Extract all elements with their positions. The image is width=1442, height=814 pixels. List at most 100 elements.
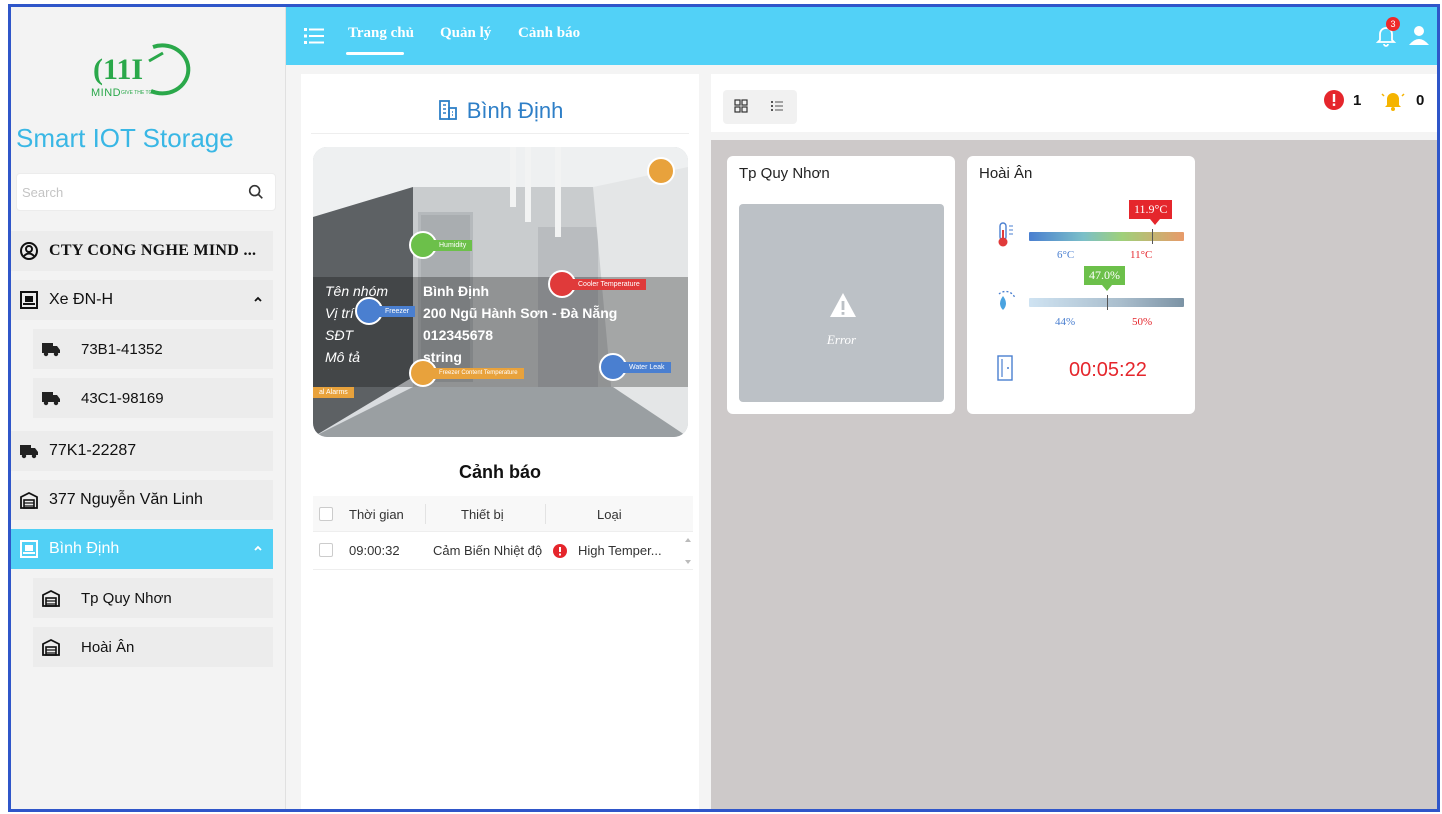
- divider: [311, 133, 689, 134]
- humidity-marker: [1107, 295, 1108, 310]
- alert-time: 09:00:32: [349, 543, 400, 558]
- chevron-up-icon[interactable]: [251, 292, 265, 306]
- sidebar-item-label: Hoài Ân: [81, 638, 135, 656]
- column-header-time[interactable]: Thời gian: [349, 507, 404, 522]
- sidebar-item-label: 77K1-22287: [49, 442, 137, 459]
- sensor-cooler-temperature[interactable]: Cooler Temperature: [548, 270, 646, 298]
- location-panel: Bình Định Tên nhóm Bình Định Vị trí 200 …: [301, 74, 699, 809]
- temperature-max: 11°C: [1130, 249, 1153, 261]
- humidity-min: 44%: [1055, 316, 1076, 328]
- sidebar-item-377-nguyen-van-linh[interactable]: 377 Nguyễn Văn Linh: [11, 480, 273, 520]
- sidebar-item-43c1-98169[interactable]: 43C1-98169: [33, 378, 273, 418]
- sensor-label: Water Leak: [623, 361, 671, 373]
- table-scrollbar[interactable]: [683, 532, 693, 570]
- error-count-icon[interactable]: [1324, 90, 1344, 110]
- alert-type: High Temper...: [578, 543, 662, 558]
- temperature-min: 6°C: [1057, 249, 1075, 261]
- row-checkbox[interactable]: [319, 543, 333, 557]
- search-box: [16, 173, 276, 211]
- location-title-text: Bình Định: [466, 98, 564, 123]
- menu-list-icon[interactable]: [304, 27, 324, 45]
- chevron-up-icon[interactable]: [251, 541, 265, 555]
- sidebar-item-label: 73B1-41352: [81, 340, 163, 358]
- sensor-label: Humidity: [433, 239, 473, 251]
- sensor-alarms[interactable]: al Alarms: [313, 387, 354, 398]
- sidebar-item-company[interactable]: CTY CONG NGHE MIND ...: [11, 231, 273, 271]
- location-title: Bình Định: [301, 98, 699, 124]
- app-title: Smart IOT Storage: [16, 123, 234, 153]
- sensor-label: Freezer Content Temperature: [433, 367, 524, 379]
- grid-view-icon[interactable]: [733, 98, 749, 114]
- tab-trang-chu[interactable]: Trang chủ: [348, 25, 414, 42]
- error-state: Error: [739, 204, 944, 402]
- door-sensor-icon: [647, 157, 675, 185]
- card-title: Hoài Ân: [979, 165, 1033, 182]
- sidebar-item-binh-dinh[interactable]: Bình Định: [11, 529, 273, 569]
- active-tab-indicator: [346, 52, 404, 55]
- storage-card-hoai-an[interactable]: Hoài Ân 11.9°C 6°C 11°C 47.0% 44% 50% 00…: [967, 156, 1195, 414]
- tab-quan-ly[interactable]: Quản lý: [440, 25, 491, 42]
- app-window: (11I MIND GIVE THE TOP Smart IOT Storage…: [8, 4, 1440, 812]
- truck-icon: [41, 388, 61, 408]
- vehicle-group-icon: [19, 539, 39, 559]
- sensor-door[interactable]: [647, 157, 675, 185]
- sensor-water-leak[interactable]: Water Leak: [599, 353, 671, 381]
- sidebar-item-label: Bình Định: [49, 540, 120, 557]
- column-separator: [545, 504, 546, 524]
- storage-card-tp-quy-nhon[interactable]: Tp Quy Nhơn Error: [727, 156, 955, 414]
- dashboard-toolbar: 1 0: [711, 74, 1437, 132]
- sidebar-item-hoai-an[interactable]: Hoài Ân: [33, 627, 273, 667]
- humidity-pointer: [1102, 285, 1112, 291]
- logo-text: MIND: [91, 87, 122, 99]
- info-key: SĐT: [325, 327, 353, 343]
- sidebar-item-label: Tp Quy Nhơn: [81, 589, 172, 607]
- error-icon: [553, 544, 567, 558]
- sensor-humidity[interactable]: Humidity: [409, 231, 473, 259]
- sensor-label: al Alarms: [313, 387, 354, 398]
- storage-cards-area: Tp Quy Nhơn Error Hoài Ân 11.9°C 6°C 11°…: [711, 140, 1437, 809]
- table-row[interactable]: 09:00:32 Cảm Biến Nhiệt độ High Temper..…: [313, 532, 693, 570]
- column-header-device[interactable]: Thiết bị: [461, 507, 504, 522]
- search-icon[interactable]: [247, 183, 265, 201]
- card-title: Tp Quy Nhơn: [739, 165, 830, 182]
- building-icon: [438, 100, 457, 120]
- temperature-pointer: [1150, 219, 1160, 225]
- vehicle-group-icon: [19, 290, 39, 310]
- user-icon[interactable]: [1408, 24, 1430, 46]
- sensor-label: Cooler Temperature: [572, 278, 646, 290]
- top-navbar: Trang chủ Quản lý Cảnh báo 3: [286, 7, 1437, 65]
- temperature-bar: [1029, 232, 1184, 241]
- logo: (11I MIND GIVE THE TOP: [11, 29, 271, 129]
- truck-icon: [19, 441, 39, 461]
- tab-canh-bao[interactable]: Cảnh báo: [518, 25, 580, 42]
- sidebar-item-73b1-41352[interactable]: 73B1-41352: [33, 329, 273, 369]
- svg-text:(11I: (11I: [93, 53, 143, 86]
- alerts-table-header: Thời gian Thiết bị Loại: [313, 496, 693, 532]
- select-all-checkbox[interactable]: [319, 507, 333, 521]
- search-input[interactable]: [17, 174, 227, 210]
- sidebar-item-label: 377 Nguyễn Văn Linh: [49, 491, 203, 508]
- door-open-timer: 00:05:22: [1069, 359, 1147, 381]
- sidebar-item-xe-dn-h[interactable]: Xe ĐN-H: [11, 280, 273, 320]
- sidebar-item-tp-quy-nhon[interactable]: Tp Quy Nhơn: [33, 578, 273, 618]
- list-view-icon[interactable]: [769, 98, 785, 114]
- view-toggle: [723, 90, 797, 124]
- temperature-value: 11.9°C: [1129, 200, 1173, 219]
- location-photo: Tên nhóm Bình Định Vị trí 200 Ngũ Hành S…: [313, 147, 688, 437]
- truck-icon: [41, 339, 61, 359]
- thermometer-icon: [998, 222, 1013, 247]
- error-count: 1: [1353, 92, 1362, 109]
- column-header-type[interactable]: Loại: [597, 507, 622, 522]
- sidebar-item-label: CTY CONG NGHE MIND ...: [49, 242, 257, 259]
- sensor-freezer-content-temperature[interactable]: Freezer Content Temperature: [409, 359, 524, 387]
- humidity-max: 50%: [1132, 316, 1153, 328]
- sensor-freezer[interactable]: Freezer: [355, 297, 416, 325]
- column-separator: [425, 504, 426, 524]
- alert-device: Cảm Biến Nhiệt độ: [433, 543, 543, 558]
- sidebar-item-77k1-22287[interactable]: 77K1-22287: [11, 431, 273, 471]
- error-text: Error: [826, 332, 857, 347]
- warning-bell-icon[interactable]: [1381, 88, 1405, 112]
- sidebar: (11I MIND GIVE THE TOP Smart IOT Storage…: [11, 7, 286, 809]
- alerts-title: Cảnh báo: [458, 462, 541, 482]
- info-value: 012345678: [423, 327, 494, 343]
